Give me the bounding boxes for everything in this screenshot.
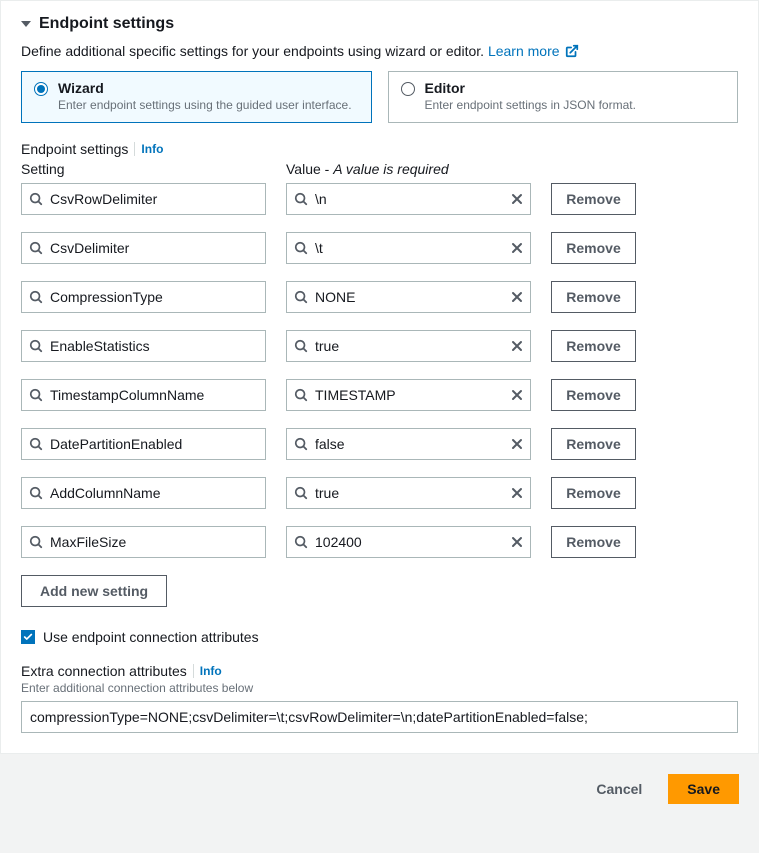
panel-description: Define additional specific settings for … (21, 43, 738, 61)
value-input-wrap (286, 379, 531, 411)
mode-editor-desc: Enter endpoint settings in JSON format. (425, 98, 636, 112)
mode-editor-label: Editor (425, 80, 636, 96)
setting-input-wrap (21, 477, 266, 509)
remove-button[interactable]: Remove (551, 281, 636, 313)
use-connection-attributes-checkbox[interactable] (21, 630, 35, 644)
setting-name-input[interactable] (21, 428, 266, 460)
value-input-wrap (286, 281, 531, 313)
settings-section-header: Endpoint settings Info (21, 141, 738, 157)
remove-button[interactable]: Remove (551, 330, 636, 362)
setting-value-input[interactable] (286, 183, 531, 215)
divider (134, 142, 135, 156)
use-connection-attributes-row: Use endpoint connection attributes (21, 629, 738, 645)
remove-button[interactable]: Remove (551, 232, 636, 264)
extra-attributes-title: Extra connection attributes (21, 663, 187, 679)
panel-title: Endpoint settings (39, 15, 174, 33)
setting-name-input[interactable] (21, 281, 266, 313)
mode-wizard-card[interactable]: Wizard Enter endpoint settings using the… (21, 71, 372, 123)
remove-button[interactable]: Remove (551, 526, 636, 558)
learn-more-link[interactable]: Learn more (488, 43, 579, 59)
setting-name-input[interactable] (21, 379, 266, 411)
value-input-wrap (286, 477, 531, 509)
value-input-wrap (286, 183, 531, 215)
setting-value-input[interactable] (286, 526, 531, 558)
footer: Cancel Save (0, 754, 759, 824)
clear-icon[interactable] (509, 485, 525, 501)
setting-input-wrap (21, 526, 266, 558)
value-input-wrap (286, 428, 531, 460)
mode-wizard-desc: Enter endpoint settings using the guided… (58, 98, 352, 112)
value-column-header: Value - A value is required (286, 161, 449, 177)
clear-icon[interactable] (509, 191, 525, 207)
setting-name-input[interactable] (21, 183, 266, 215)
clear-icon[interactable] (509, 338, 525, 354)
setting-row: Remove (21, 183, 738, 215)
setting-name-input[interactable] (21, 526, 266, 558)
setting-input-wrap (21, 232, 266, 264)
panel-header[interactable]: Endpoint settings (21, 15, 738, 33)
mode-selector: Wizard Enter endpoint settings using the… (21, 71, 738, 123)
use-connection-attributes-label: Use endpoint connection attributes (43, 629, 259, 645)
setting-row: Remove (21, 428, 738, 460)
extra-attributes-info-link[interactable]: Info (200, 664, 222, 678)
setting-row: Remove (21, 477, 738, 509)
value-header-prefix: Value - (286, 161, 333, 177)
setting-value-input[interactable] (286, 232, 531, 264)
setting-input-wrap (21, 330, 266, 362)
clear-icon[interactable] (509, 534, 525, 550)
setting-row: Remove (21, 232, 738, 264)
value-input-wrap (286, 232, 531, 264)
caret-down-icon (21, 21, 31, 27)
setting-value-input[interactable] (286, 477, 531, 509)
mode-editor-card[interactable]: Editor Enter endpoint settings in JSON f… (388, 71, 739, 123)
setting-row: Remove (21, 526, 738, 558)
setting-column-header: Setting (21, 161, 266, 177)
setting-value-input[interactable] (286, 281, 531, 313)
columns-header: Setting Value - A value is required (21, 161, 738, 177)
radio-wizard[interactable] (34, 82, 48, 96)
learn-more-text: Learn more (488, 43, 560, 59)
clear-icon[interactable] (509, 387, 525, 403)
remove-button[interactable]: Remove (551, 477, 636, 509)
value-input-wrap (286, 330, 531, 362)
setting-input-wrap (21, 428, 266, 460)
save-button[interactable]: Save (668, 774, 739, 804)
setting-row: Remove (21, 330, 738, 362)
setting-row: Remove (21, 379, 738, 411)
radio-editor[interactable] (401, 82, 415, 96)
settings-rows-container: Remove Remove Remove Remove Remove Remove Remo… (21, 183, 738, 558)
clear-icon[interactable] (509, 436, 525, 452)
setting-name-input[interactable] (21, 232, 266, 264)
cancel-button[interactable]: Cancel (582, 775, 656, 803)
setting-row: Remove (21, 281, 738, 313)
setting-input-wrap (21, 379, 266, 411)
description-text: Define additional specific settings for … (21, 43, 484, 59)
add-new-setting-button[interactable]: Add new setting (21, 575, 167, 607)
setting-value-input[interactable] (286, 379, 531, 411)
settings-section-title: Endpoint settings (21, 141, 128, 157)
setting-input-wrap (21, 183, 266, 215)
endpoint-settings-panel: Endpoint settings Define additional spec… (0, 0, 759, 754)
setting-name-input[interactable] (21, 330, 266, 362)
extra-attributes-input[interactable] (21, 701, 738, 733)
setting-input-wrap (21, 281, 266, 313)
divider (193, 664, 194, 678)
value-header-required: A value is required (333, 161, 448, 177)
mode-wizard-label: Wizard (58, 80, 352, 96)
setting-value-input[interactable] (286, 330, 531, 362)
settings-info-link[interactable]: Info (141, 142, 163, 156)
remove-button[interactable]: Remove (551, 428, 636, 460)
remove-button[interactable]: Remove (551, 379, 636, 411)
extra-attributes-header: Extra connection attributes Info (21, 663, 738, 679)
extra-attributes-desc: Enter additional connection attributes b… (21, 681, 738, 695)
clear-icon[interactable] (509, 240, 525, 256)
value-input-wrap (286, 526, 531, 558)
setting-name-input[interactable] (21, 477, 266, 509)
external-link-icon (565, 44, 579, 61)
clear-icon[interactable] (509, 289, 525, 305)
setting-value-input[interactable] (286, 428, 531, 460)
remove-button[interactable]: Remove (551, 183, 636, 215)
